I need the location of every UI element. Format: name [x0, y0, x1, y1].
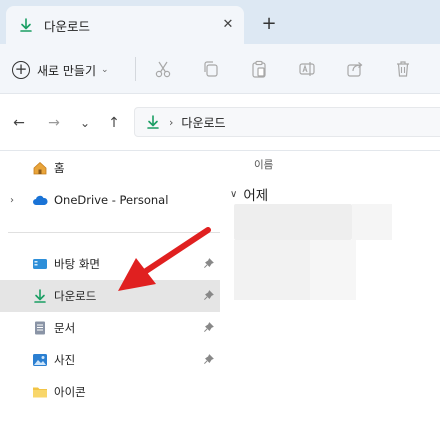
- close-tab-button[interactable]: ✕: [220, 17, 236, 33]
- toolbar-divider: [135, 57, 136, 81]
- new-button-label: 새로 만들기: [37, 63, 97, 78]
- blurred-file-row: [310, 240, 356, 300]
- download-icon: [147, 115, 159, 129]
- back-button[interactable]: ←: [10, 114, 28, 132]
- home-icon: [33, 161, 47, 175]
- rename-icon[interactable]: [297, 59, 317, 79]
- sidebar-item-onedrive[interactable]: › OneDrive - Personal: [0, 184, 220, 216]
- paste-icon[interactable]: [249, 59, 269, 79]
- title-bar: 다운로드 ✕ +: [0, 0, 440, 44]
- sidebar-item-label: 문서: [54, 321, 76, 335]
- sidebar-item-label: 홈: [54, 161, 65, 175]
- sidebar-item-icons-folder[interactable]: 아이콘: [0, 376, 220, 408]
- share-icon[interactable]: [345, 59, 365, 79]
- folder-icon: [33, 387, 47, 398]
- desktop-icon: [33, 259, 47, 269]
- pin-icon[interactable]: [203, 354, 214, 365]
- chevron-down-icon: ⌄: [101, 65, 109, 75]
- plus-icon: +: [12, 61, 30, 79]
- up-button[interactable]: ↑: [105, 114, 123, 132]
- pin-icon[interactable]: [203, 322, 214, 333]
- sidebar-item-label: 다운로드: [54, 289, 97, 303]
- address-bar[interactable]: › 다운로드: [134, 107, 440, 137]
- cloud-icon: [33, 195, 48, 205]
- chevron-right-icon[interactable]: ›: [10, 195, 14, 206]
- file-list-pane: 이름 ∨ 어제: [220, 152, 440, 421]
- pin-icon[interactable]: [203, 258, 214, 269]
- sidebar-item-desktop[interactable]: 바탕 화면: [0, 248, 220, 280]
- sidebar-item-pictures[interactable]: 사진: [0, 344, 220, 376]
- blurred-file-row[interactable]: [234, 204, 352, 240]
- sidebar-item-label: 아이콘: [54, 385, 86, 399]
- document-icon: [35, 321, 45, 335]
- forward-button[interactable]: →: [45, 114, 63, 132]
- copy-icon[interactable]: [201, 59, 221, 79]
- sidebar-item-label: 바탕 화면: [54, 257, 100, 271]
- pictures-icon: [33, 354, 47, 366]
- chevron-down-icon: ∨: [230, 188, 238, 200]
- download-icon: [20, 18, 32, 32]
- tab-title: 다운로드: [44, 18, 91, 34]
- group-header-yesterday[interactable]: ∨ 어제: [230, 184, 268, 204]
- pin-icon[interactable]: [203, 290, 214, 301]
- sidebar-divider: [8, 232, 220, 233]
- blurred-file-row[interactable]: [234, 240, 310, 300]
- group-label: 어제: [243, 188, 269, 204]
- address-bar-row: ← → ⌄ ↑ › 다운로드: [0, 95, 440, 151]
- sidebar-item-documents[interactable]: 문서: [0, 312, 220, 344]
- sidebar-item-label: OneDrive - Personal: [54, 193, 169, 207]
- new-tab-button[interactable]: +: [258, 14, 280, 36]
- command-bar: + 새로 만들기 ⌄: [0, 44, 440, 94]
- tab-downloads[interactable]: 다운로드 ✕: [6, 6, 244, 44]
- cut-icon[interactable]: [153, 59, 173, 79]
- blurred-file-row: [352, 204, 392, 240]
- download-icon: [34, 289, 46, 303]
- column-header-name[interactable]: 이름: [254, 157, 273, 172]
- breadcrumb-separator: ›: [169, 115, 174, 129]
- sidebar-item-home[interactable]: 홈: [0, 152, 220, 184]
- new-button[interactable]: + 새로 만들기 ⌄: [12, 57, 109, 83]
- sidebar-item-label: 사진: [54, 353, 76, 367]
- recent-locations-button[interactable]: ⌄: [76, 114, 94, 132]
- breadcrumb-downloads[interactable]: 다운로드: [181, 114, 225, 131]
- sidebar-item-downloads[interactable]: 다운로드: [0, 280, 220, 312]
- delete-icon[interactable]: [393, 59, 413, 79]
- navigation-pane: 홈 › OneDrive - Personal 바탕 화면 다운로드 문서 사진…: [0, 152, 220, 421]
